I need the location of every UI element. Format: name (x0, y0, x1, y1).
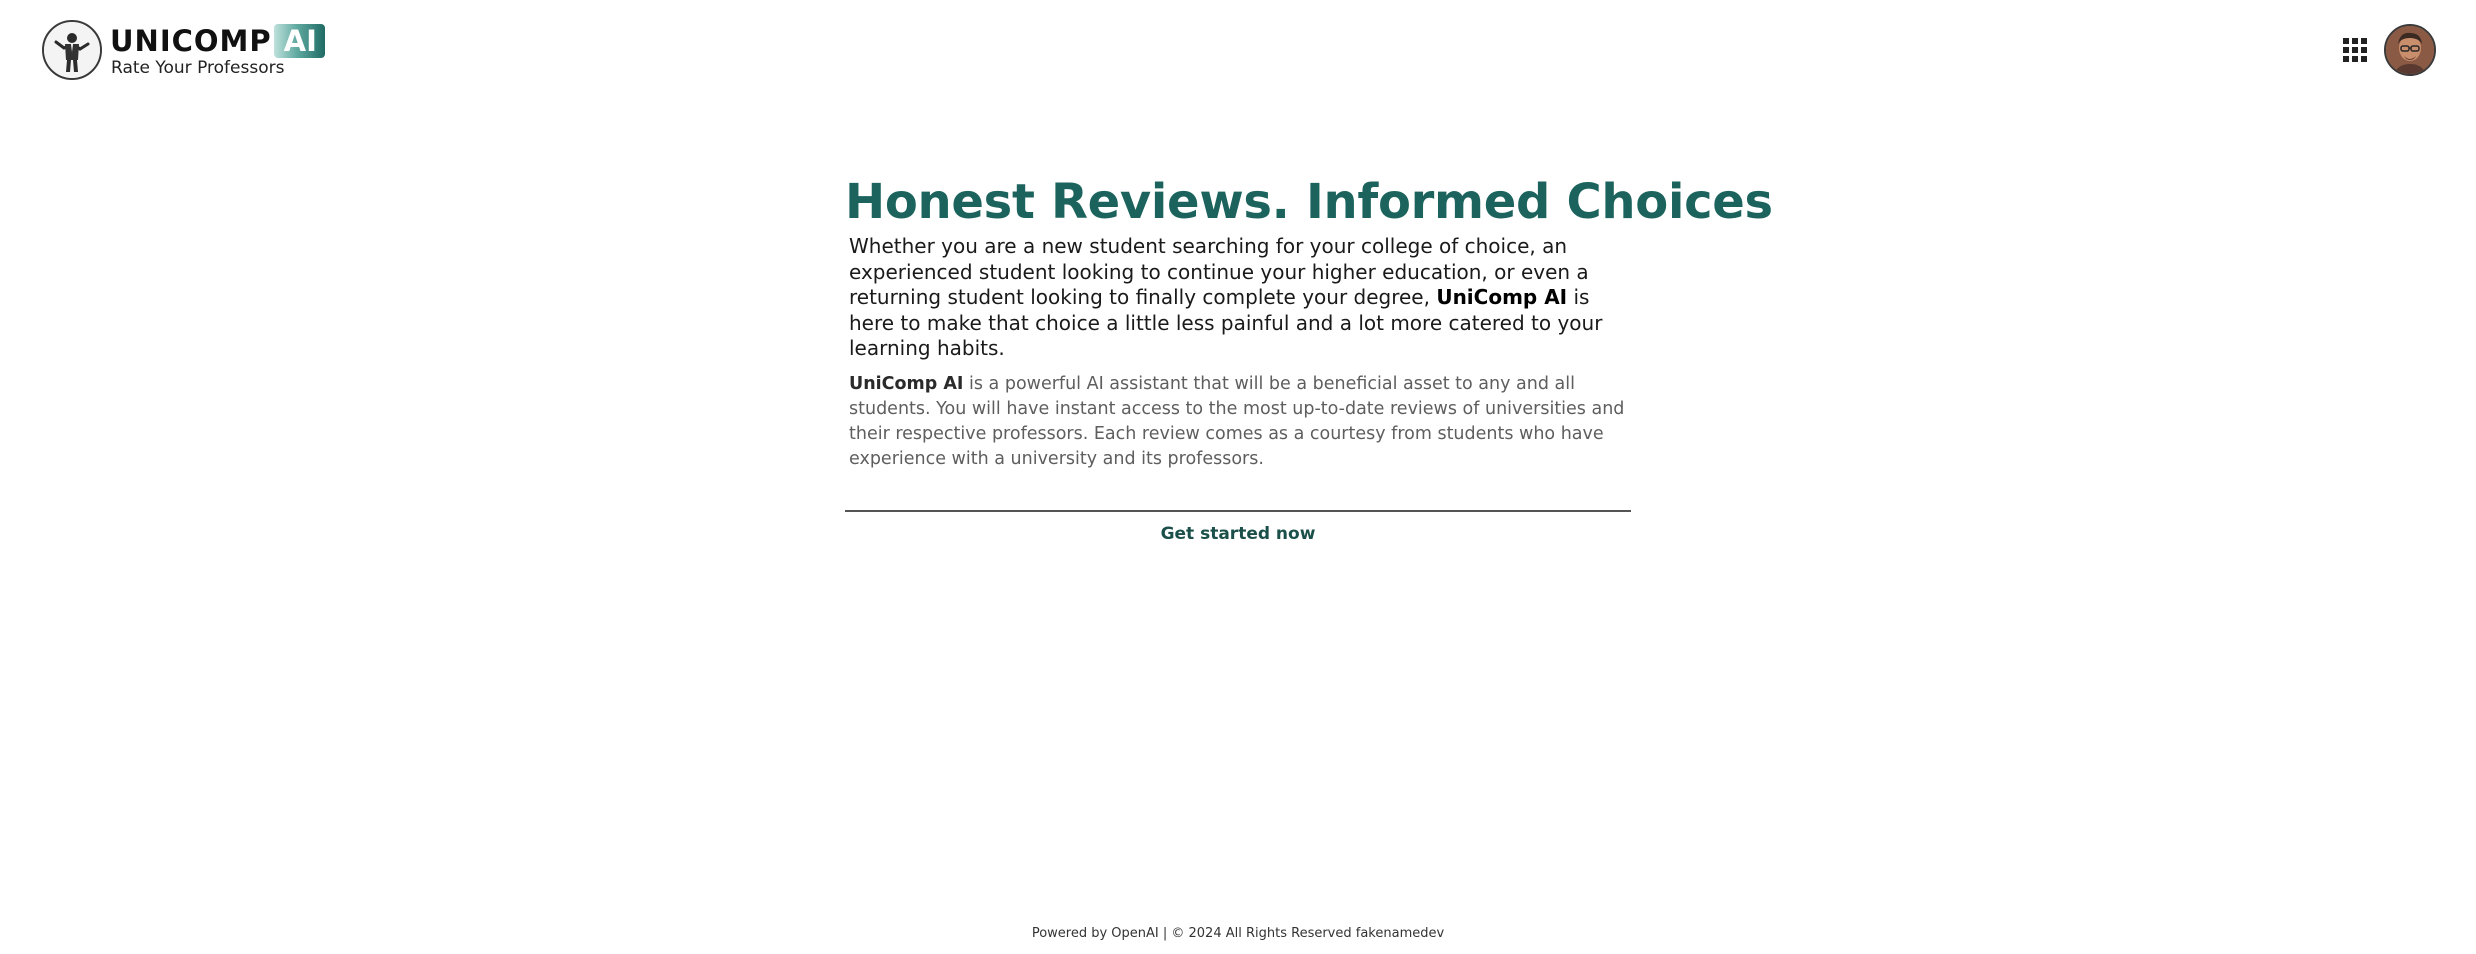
get-started-link[interactable]: Get started now (1158, 524, 1318, 544)
hero-headline: Honest Reviews. Informed Choices (845, 174, 1773, 230)
brand-name: UNICOMP AI (110, 23, 325, 59)
page-footer: Powered by OpenAI | © 2024 All Rights Re… (0, 926, 2476, 941)
user-avatar[interactable] (2384, 24, 2436, 76)
hero-lead-paragraph: Whether you are a new student searching … (845, 234, 1631, 362)
professor-figure-icon (42, 20, 102, 80)
hero-description-paragraph: UniComp AI is a powerful AI assistant th… (845, 372, 1631, 472)
top-header: UNICOMP AI Rate Your Professors (0, 0, 2476, 100)
brand-name-accent: AI (273, 23, 325, 58)
brand-tagline: Rate Your Professors (111, 57, 285, 78)
grid-apps-icon (2343, 38, 2367, 62)
section-divider (845, 509, 1631, 512)
brand-home-link[interactable]: UNICOMP AI Rate Your Professors (42, 20, 325, 80)
hero-section: Honest Reviews. Informed Choices Whether… (845, 170, 1773, 544)
brand-text: UNICOMP AI Rate Your Professors (110, 23, 325, 78)
header-actions (2340, 24, 2436, 76)
footer-text: Powered by OpenAI | © 2024 All Rights Re… (1031, 926, 1445, 941)
brand-name-main: UNICOMP (110, 23, 272, 58)
description-brand-name: UniComp AI (849, 373, 964, 394)
description-text: is a powerful AI assistant that will be … (849, 373, 1625, 469)
apps-grid-button[interactable] (2340, 35, 2370, 65)
lead-brand-name: UniComp AI (1436, 285, 1568, 309)
avatar-portrait-icon (2386, 26, 2434, 74)
